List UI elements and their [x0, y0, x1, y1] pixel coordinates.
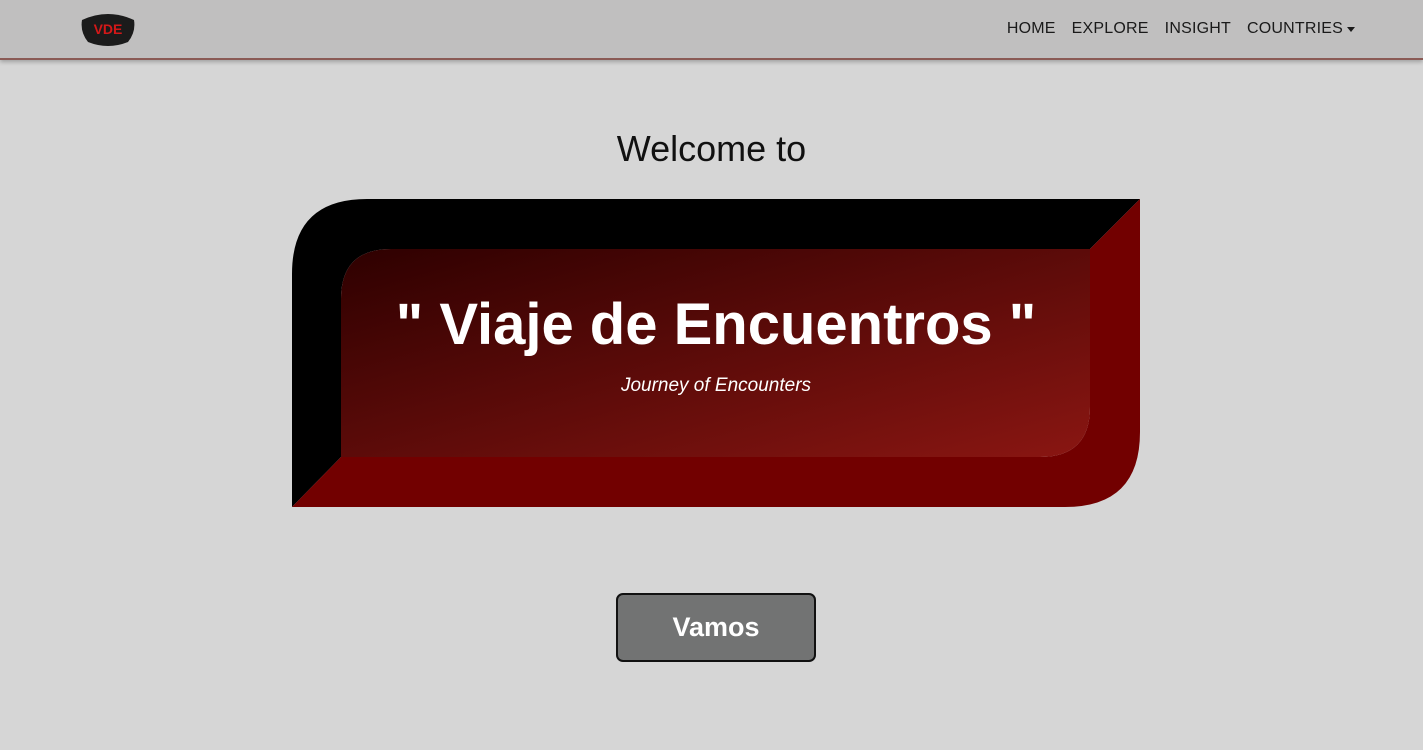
hero-title: " Viaje de Encuentros ": [395, 292, 1037, 357]
welcome-heading: Welcome to: [616, 128, 807, 169]
hero-subtitle: Journey of Encounters: [620, 375, 812, 396]
nav-insight-link[interactable]: INSIGHT: [1165, 20, 1231, 38]
nav-explore-label: EXPLORE: [1071, 20, 1149, 37]
caret-down-icon: [1347, 26, 1355, 32]
vamos-button[interactable]: Vamos: [616, 593, 816, 662]
nav-home-link[interactable]: HOME: [1007, 20, 1056, 38]
nav-links: HOME EXPLORE INSIGHT COUNTRIES: [1007, 0, 1355, 58]
logo-badge-icon: VDE: [81, 14, 135, 46]
nav-countries-dropdown[interactable]: COUNTRIES: [1247, 20, 1355, 38]
nav-insight-label: INSIGHT: [1164, 20, 1231, 37]
nav-home-label: HOME: [1006, 20, 1056, 37]
nav-countries-label: COUNTRIES: [1246, 20, 1343, 37]
vamos-button-label: Vamos: [672, 612, 760, 642]
nav-explore-link[interactable]: EXPLORE: [1072, 20, 1149, 38]
site-logo[interactable]: VDE: [78, 10, 138, 48]
top-navbar: VDE HOME EXPLORE INSIGHT COUNTRIES: [0, 0, 1423, 60]
hero-banner: " Viaje de Encuentros " Journey of Encou…: [292, 199, 1140, 507]
logo-text: VDE: [94, 21, 123, 37]
